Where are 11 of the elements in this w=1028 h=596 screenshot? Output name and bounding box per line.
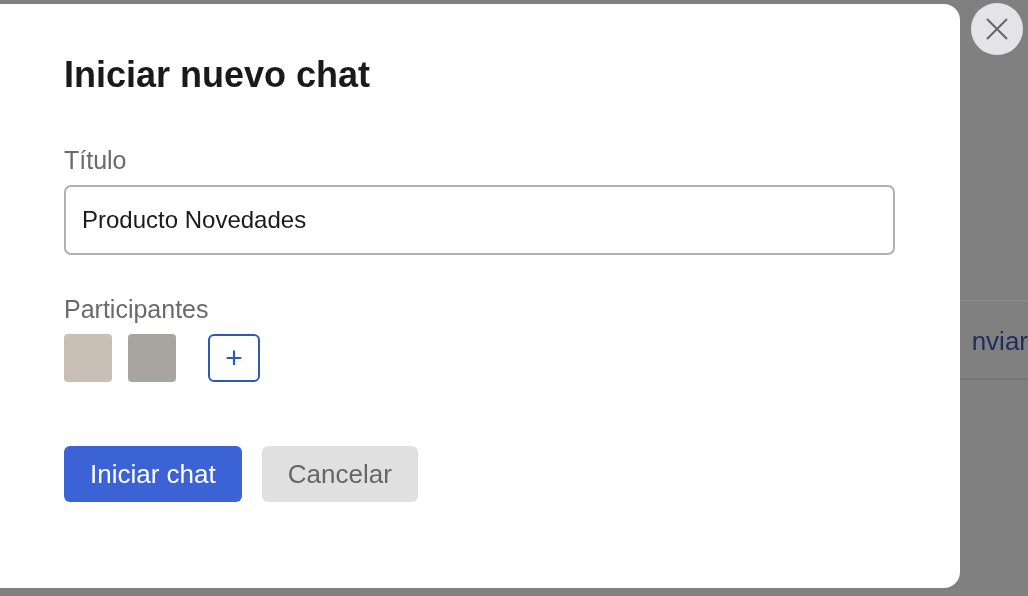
title-input[interactable]: Producto Novedades	[64, 185, 895, 255]
photo-placeholder	[64, 334, 112, 382]
add-participant-button[interactable]: +	[208, 334, 260, 382]
photo-placeholder	[128, 334, 176, 382]
dialog-title: Iniciar nuevo chat	[64, 54, 371, 96]
field-label: Título	[64, 146, 127, 175]
close-icon	[985, 17, 1009, 41]
cancel-button[interactable]: Cancelar	[261, 446, 418, 502]
participants-label: Participantes	[64, 295, 209, 324]
send-link[interactable]: nviar	[971, 326, 1028, 357]
start-chat-button[interactable]: Iniciar chat	[64, 446, 242, 502]
